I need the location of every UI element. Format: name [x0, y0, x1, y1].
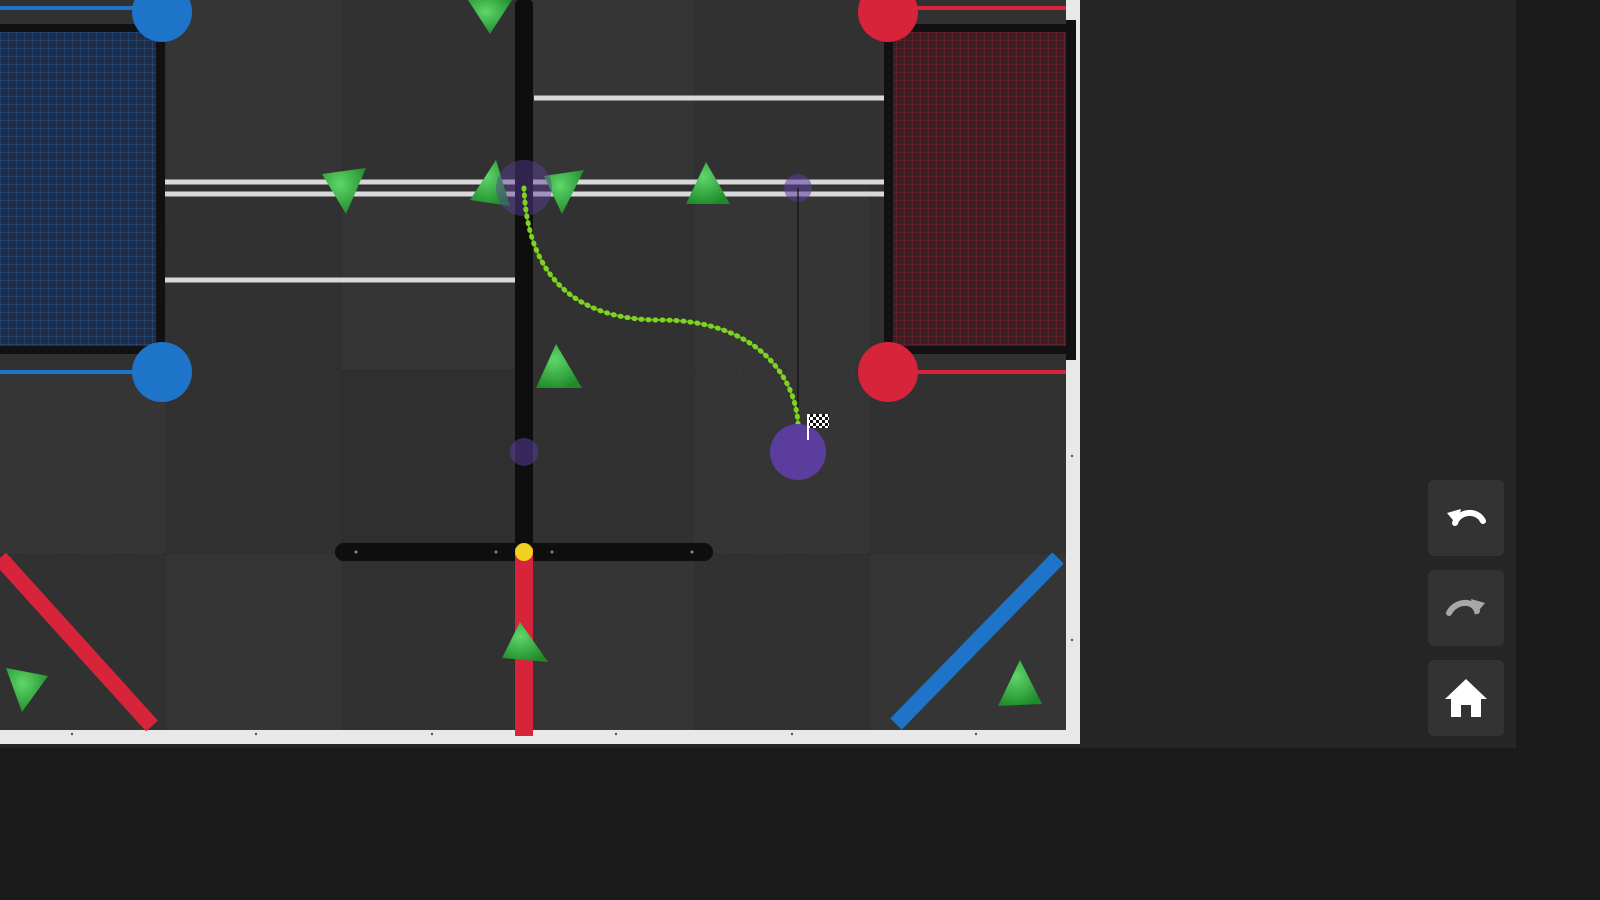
- redo-button[interactable]: [1428, 570, 1504, 646]
- undo-icon: [1447, 509, 1486, 526]
- end-waypoint[interactable]: [770, 424, 826, 480]
- home-icon: [1445, 679, 1487, 717]
- undo-button[interactable]: [1428, 480, 1504, 556]
- blue-goal: [0, 0, 192, 402]
- waypoint: [510, 438, 538, 466]
- field-canvas[interactable]: [0, 0, 1082, 748]
- app-panel: [0, 0, 1516, 748]
- red-goal: [858, 0, 1076, 402]
- redo-icon: [1446, 599, 1485, 616]
- home-button[interactable]: [1428, 660, 1504, 736]
